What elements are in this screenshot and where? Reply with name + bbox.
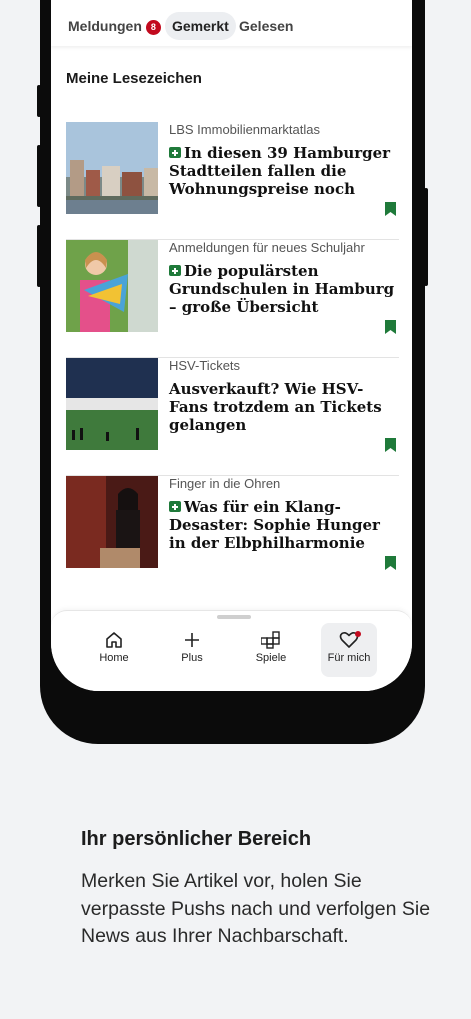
tab-gelesen[interactable]: Gelesen [239, 12, 293, 40]
notification-dot [355, 631, 361, 637]
nav-fuer-mich[interactable]: Für mich [321, 623, 377, 677]
phone-side-button [37, 85, 41, 117]
article-kicker: HSV-Tickets [169, 358, 241, 373]
headline-text: Ausverkauft? Wie HSV-Fans trotzdem an Ti… [169, 380, 382, 434]
article-card[interactable]: HSV-Tickets Ausverkauft? Wie HSV-Fans tr… [66, 358, 399, 476]
article-image [66, 476, 158, 568]
article-card[interactable]: Finger in die Ohren Was für ein Klang-De… [66, 476, 399, 594]
article-image [66, 358, 158, 450]
nav-label: Für mich [327, 652, 371, 664]
phone-side-button [37, 225, 41, 287]
nav-label: Spiele [255, 652, 287, 664]
home-icon [106, 632, 122, 648]
nav-spiele[interactable]: Spiele [243, 623, 299, 677]
notification-badge: 8 [145, 20, 161, 35]
tab-label: Gelesen [239, 18, 294, 34]
tab-label: Gemerkt [172, 18, 229, 34]
phone-side-button [424, 188, 428, 286]
article-kicker: Anmeldungen für neues Schuljahr [169, 240, 365, 255]
tab-label: Meldungen [68, 18, 142, 34]
app-screen: Meldungen 8 Gemerkt Gelesen Meine Lesezei… [51, 0, 412, 691]
article-kicker: Finger in die Ohren [169, 476, 281, 491]
tab-gemerkt[interactable]: Gemerkt [165, 12, 236, 40]
phone-frame: Meldungen 8 Gemerkt Gelesen Meine Lesezei… [37, 0, 428, 744]
promo-body: Merken Sie Artikel vor, holen Sie verpas… [81, 870, 431, 947]
bookmark-icon[interactable] [385, 320, 396, 334]
plus-badge-icon [169, 501, 181, 512]
plus-icon [185, 633, 199, 647]
headline-text: Was für ein Klang-Desaster: Sophie Hunge… [169, 498, 380, 552]
bookmark-icon[interactable] [385, 556, 396, 570]
article-headline: Die populärsten Grundschulen in Hamburg … [169, 262, 399, 316]
headline-text: Die populärsten Grundschulen in Hamburg … [169, 262, 395, 316]
article-image [66, 240, 158, 332]
article-card[interactable]: LBS Immobilienmarktatlas In diesen 39 Ha… [66, 122, 399, 240]
plus-badge-icon [169, 147, 181, 158]
article-kicker: LBS Immobilienmarktatlas [169, 122, 320, 137]
nav-label: Plus [181, 652, 203, 664]
drag-handle[interactable] [217, 615, 251, 619]
article-headline: Ausverkauft? Wie HSV-Fans trotzdem an Ti… [169, 380, 399, 434]
bookmark-icon[interactable] [385, 438, 396, 452]
article-headline: In diesen 39 Hamburger Stadtteilen falle… [169, 144, 399, 198]
promo-title: Ihr persönlicher Bereich [81, 828, 312, 850]
article-headline: Was für ein Klang-Desaster: Sophie Hunge… [169, 498, 399, 552]
puzzle-grid-icon [261, 631, 280, 649]
phone-side-button [37, 145, 41, 207]
section-title: Meine Lesezeichen [66, 70, 202, 87]
tab-bar: Meldungen 8 Gemerkt Gelesen [51, 0, 412, 46]
nav-plus[interactable]: Plus [164, 623, 220, 677]
plus-badge-icon [169, 265, 181, 276]
bottom-navigation: Home Plus Spiele Für mich [51, 610, 412, 691]
nav-label: Home [99, 652, 129, 664]
article-card[interactable]: Anmeldungen für neues Schuljahr Die popu… [66, 240, 399, 358]
nav-home[interactable]: Home [86, 623, 142, 677]
tab-meldungen[interactable]: Meldungen 8 [68, 12, 161, 40]
article-image [66, 122, 158, 214]
headline-text: In diesen 39 Hamburger Stadtteilen falle… [169, 144, 391, 198]
bookmark-icon[interactable] [385, 202, 396, 216]
